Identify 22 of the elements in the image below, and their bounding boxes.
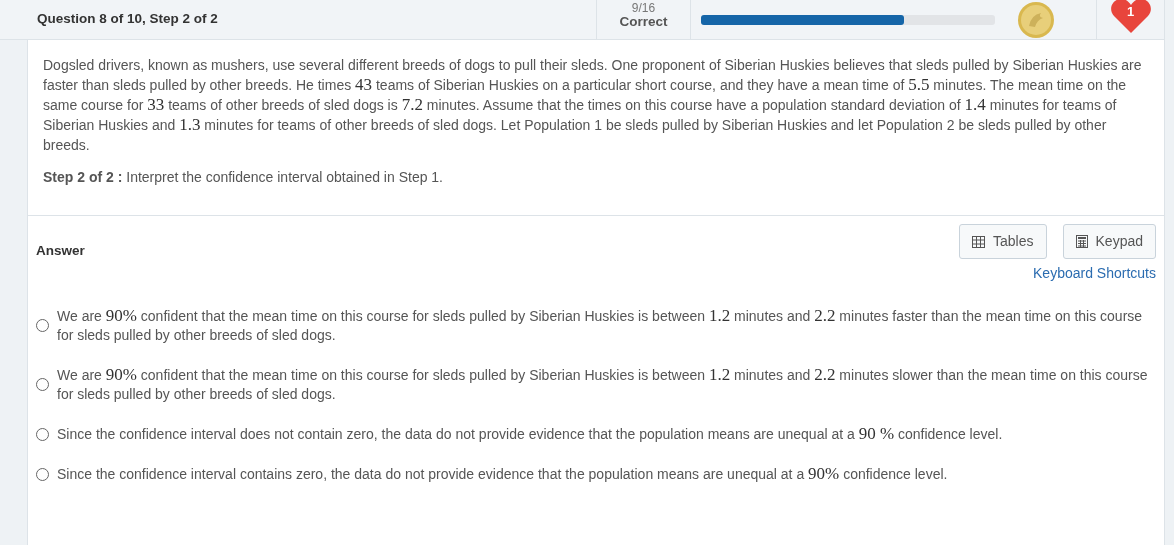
keypad-button[interactable]: Keypad (1062, 224, 1156, 259)
step-instruction: Step 2 of 2 : Interpret the confidence interval obtained in Step 1. (43, 168, 444, 187)
keyboard-shortcuts-link[interactable]: Keyboard Shortcuts (1033, 263, 1156, 284)
radio-button[interactable] (36, 319, 49, 332)
option-text: Since the confidence interval contains zero, the data do not provide evidence that the population means are unequal at a 90% confidence level. (57, 464, 948, 484)
answer-label: Answer (36, 242, 85, 260)
calculator-icon (1075, 235, 1088, 248)
option-text: We are 90% confident that the mean time on this course for sleds pulled by Siberian Huskies is between 1.2 minutes and 2.2 minutes slower than the mean time on this course for sleds pulled by other breeds of sled dogs. (57, 365, 1149, 404)
table-icon (972, 235, 986, 248)
score-count: 9/16 (631, 2, 656, 16)
result-label: Correct (619, 15, 668, 30)
coin-icon (1017, 0, 1055, 39)
option-text: Since the confidence interval does not contain zero, the data do not provide evidence that the population means are unequal at a 90 % confidence level. (57, 424, 1003, 444)
radio-button[interactable] (36, 378, 49, 391)
heart-icon (1109, 0, 1152, 34)
option-text: We are 90% confident that the mean time on this course for sleds pulled by Siberian Huskies is between 1.2 minutes and 2.2 minutes faster than the mean time on this course for sleds pulled by other breeds of sled dogs. (57, 306, 1144, 345)
lives-count: 1 (1126, 4, 1135, 18)
problem-text: Dogsled drivers, known as mushers, use several different breeds of dogs to pull their sleds. One proponent of Siberian Huskies believes that sleds pulled by Siberian Huskies are faster than sleds pulled by other breeds. He times 43 teams of Siberian Huskies on a particular short course, and they have a mean time of 5.5 minutes. The mean time on the same course for 33 teams of other breeds of sled dogs is 7.2 minutes. Assume that the times on this course have a population standard deviation of 1.4 minutes for teams of Siberian Huskies and 1.3 minutes for teams of other breeds of sled dogs. Let Population 1 be sleds pulled by Siberian Huskies and let Population 2 be sleds pulled by other breeds. (43, 56, 1143, 155)
radio-button[interactable] (36, 427, 49, 441)
tables-button[interactable]: Tables (959, 224, 1047, 259)
question-title: Question 8 of 10, Step 2 of 2 (37, 10, 219, 29)
radio-button[interactable] (36, 467, 49, 481)
